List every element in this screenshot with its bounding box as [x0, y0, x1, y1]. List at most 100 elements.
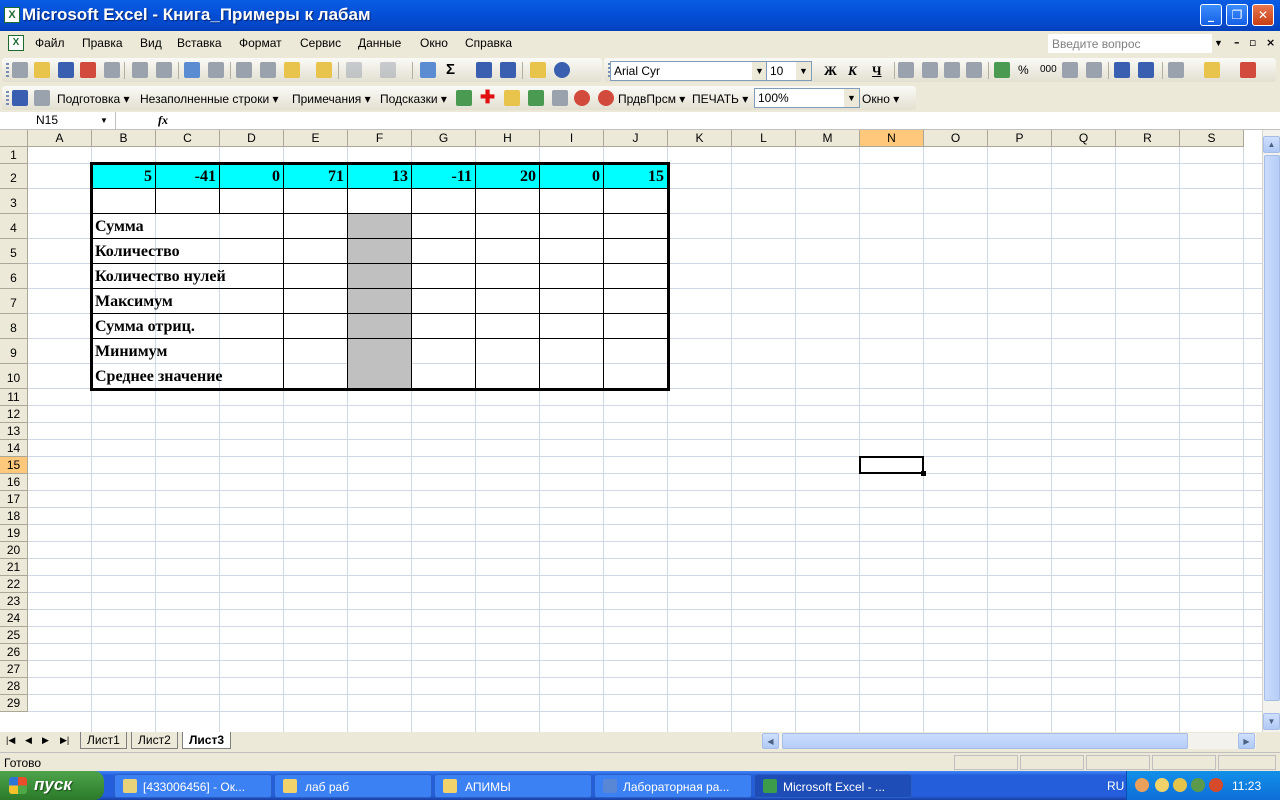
row-header-21[interactable]: 21 — [0, 559, 28, 576]
cell-J2[interactable]: 15 — [604, 164, 668, 189]
keyboard-icon[interactable] — [1191, 778, 1205, 792]
row-header-11[interactable]: 11 — [0, 389, 28, 406]
column-header-D[interactable]: D — [220, 130, 284, 147]
zoom-select[interactable]: 100% ▼ — [754, 88, 860, 108]
row-header-28[interactable]: 28 — [0, 678, 28, 695]
align-right-icon[interactable] — [944, 62, 960, 78]
grip-icon[interactable] — [6, 91, 9, 107]
row-header-3[interactable]: 3 — [0, 189, 28, 214]
antivirus-icon[interactable] — [1209, 778, 1223, 792]
column-header-M[interactable]: M — [796, 130, 860, 147]
row-header-8[interactable]: 8 — [0, 314, 28, 339]
print-preview-icon[interactable] — [34, 90, 50, 106]
menu-format[interactable]: Формат — [239, 36, 282, 50]
chevron-down-icon[interactable]: ▼ — [752, 62, 767, 80]
row-label[interactable]: Среднее значение — [95, 364, 223, 389]
row-header-22[interactable]: 22 — [0, 576, 28, 593]
save-icon[interactable] — [12, 90, 28, 106]
fill-color-icon[interactable] — [1204, 62, 1220, 78]
prepare-menu[interactable]: Подготовка ▾ — [57, 92, 130, 106]
borders-icon[interactable] — [1168, 62, 1184, 78]
cell-D2[interactable]: 0 — [220, 164, 284, 189]
plus-icon[interactable]: ✚ — [480, 87, 495, 108]
increase-indent-icon[interactable] — [1138, 62, 1154, 78]
shield-icon[interactable] — [1173, 778, 1187, 792]
chevron-down-icon[interactable]: ▼ — [1214, 38, 1223, 48]
column-header-I[interactable]: I — [540, 130, 604, 147]
row-label[interactable]: Максимум — [95, 289, 173, 314]
align-center-icon[interactable] — [922, 62, 938, 78]
scroll-left-icon[interactable]: ◀ — [762, 733, 779, 749]
merge-center-icon[interactable] — [966, 62, 982, 78]
spelling-icon[interactable] — [184, 62, 200, 78]
align-left-icon[interactable] — [898, 62, 914, 78]
help-search-input[interactable]: Введите вопрос — [1048, 34, 1212, 53]
row-header-7[interactable]: 7 — [0, 289, 28, 314]
row-header-27[interactable]: 27 — [0, 661, 28, 678]
row-header-1[interactable]: 1 — [0, 147, 28, 164]
research-icon[interactable] — [208, 62, 224, 78]
column-header-A[interactable]: A — [28, 130, 92, 147]
record-icon[interactable] — [598, 90, 614, 106]
chevron-down-icon[interactable]: ▼ — [796, 62, 811, 80]
excel-app-icon[interactable]: X — [4, 7, 20, 23]
grip-icon[interactable] — [6, 63, 9, 79]
row-header-29[interactable]: 29 — [0, 695, 28, 712]
spreadsheet-grid[interactable]: ABCDEFGHIJKLMNOPQRS 1 2 3 4 5 6 7 8 9 10 11 12 13 14 1… — [0, 130, 1262, 732]
column-header-G[interactable]: G — [412, 130, 476, 147]
preview-menu[interactable]: ПрдвПрсм ▾ — [618, 92, 685, 106]
row-header-15[interactable]: 15 — [0, 457, 28, 474]
paste-icon[interactable] — [284, 62, 300, 78]
stop-icon[interactable] — [574, 90, 590, 106]
minimize-button[interactable]: _ — [1200, 4, 1222, 26]
decrease-indent-icon[interactable] — [1114, 62, 1130, 78]
doc-minimize-icon[interactable]: – — [1234, 36, 1240, 49]
save-icon[interactable] — [58, 62, 74, 78]
row-header-4[interactable]: 4 — [0, 214, 28, 239]
menu-window[interactable]: Окно — [420, 36, 448, 50]
language-indicator[interactable]: RU — [1107, 779, 1124, 793]
document-icon[interactable]: X — [8, 35, 24, 51]
sheet-tab-1[interactable]: Лист1 — [80, 732, 127, 749]
font-name-select[interactable]: Arial Cyr ▼ — [610, 61, 768, 81]
next-sheet-icon[interactable]: ▶ — [42, 735, 49, 746]
shaded-column-F[interactable] — [348, 214, 412, 389]
open-icon[interactable] — [34, 62, 50, 78]
select-all-corner[interactable] — [0, 130, 28, 147]
row-label[interactable]: Минимум — [95, 339, 167, 364]
fx-icon[interactable]: fx — [158, 113, 168, 128]
cell-C2[interactable]: -41 — [156, 164, 220, 189]
last-sheet-icon[interactable]: ▶| — [60, 735, 69, 746]
task-button-3[interactable]: АПИМЫ — [434, 774, 592, 798]
scroll-up-icon[interactable]: ▲ — [1263, 136, 1280, 153]
menu-tools[interactable]: Сервис — [300, 36, 341, 50]
print-icon[interactable] — [132, 62, 148, 78]
task-button-1[interactable]: [433006456] - Ок... — [114, 774, 272, 798]
vertical-scrollbar[interactable]: ▲ ▼ — [1262, 130, 1280, 732]
row-header-14[interactable]: 14 — [0, 440, 28, 457]
column-header-Q[interactable]: Q — [1052, 130, 1116, 147]
row-header-24[interactable]: 24 — [0, 610, 28, 627]
sheet-tab-3[interactable]: Лист3 — [182, 732, 232, 749]
row-label[interactable]: Количество — [95, 239, 180, 264]
row-header-2[interactable]: 2 — [0, 164, 28, 189]
new-icon[interactable] — [12, 62, 28, 78]
underline-button[interactable]: Ч — [872, 63, 882, 79]
print-menu[interactable]: ПЕЧАТЬ ▾ — [692, 92, 748, 106]
undo-icon[interactable] — [346, 62, 362, 78]
bold-button[interactable]: Ж — [824, 63, 837, 79]
row-header-17[interactable]: 17 — [0, 491, 28, 508]
notes-menu[interactable]: Примечания ▾ — [292, 92, 371, 106]
row-header-25[interactable]: 25 — [0, 627, 28, 644]
redo-icon[interactable] — [380, 62, 396, 78]
row-header-12[interactable]: 12 — [0, 406, 28, 423]
pattern-icon[interactable] — [552, 90, 568, 106]
row-header-10[interactable]: 10 — [0, 364, 28, 389]
autosum-icon[interactable]: Σ — [446, 61, 455, 78]
column-header-R[interactable]: R — [1116, 130, 1180, 147]
column-header-N[interactable]: N — [860, 130, 924, 147]
column-header-S[interactable]: S — [1180, 130, 1244, 147]
horizontal-scroll-thumb[interactable] — [782, 733, 1188, 749]
row-header-18[interactable]: 18 — [0, 508, 28, 525]
thousands-button[interactable]: 000 — [1040, 64, 1057, 75]
